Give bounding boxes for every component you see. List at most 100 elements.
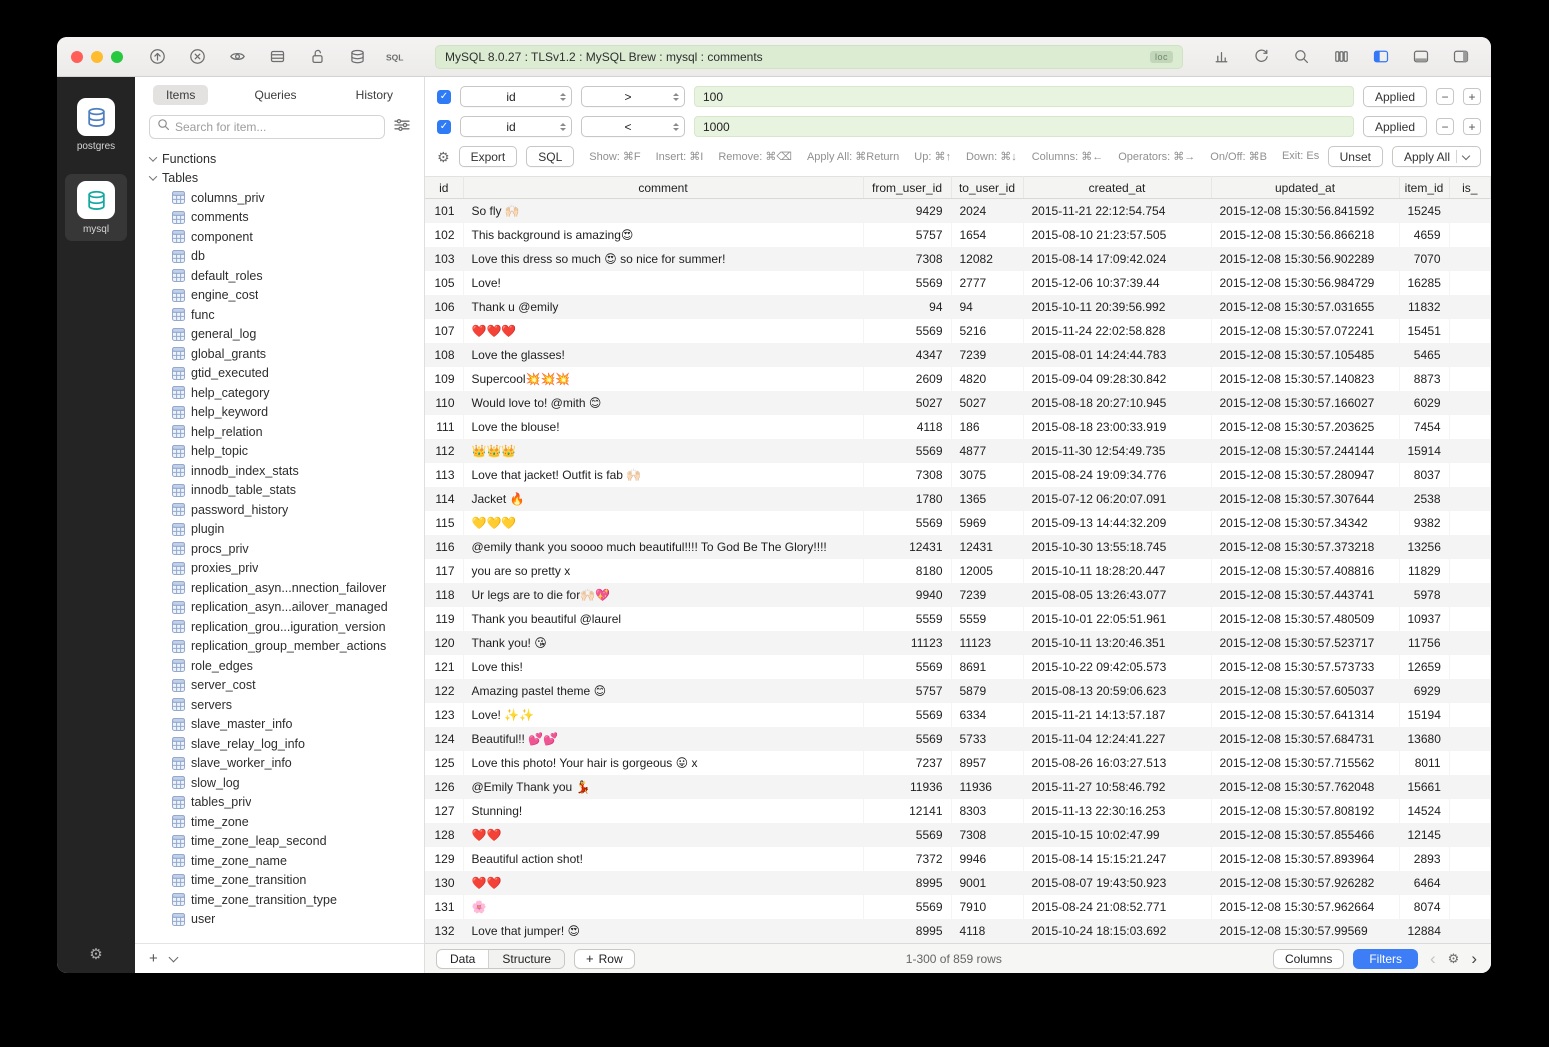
cell-to_user_id[interactable]: 5969 [951, 511, 1023, 535]
cell-created_at[interactable]: 2015-11-04 12:24:41.227 [1023, 727, 1211, 751]
cell-created_at[interactable]: 2015-10-30 13:55:18.745 [1023, 535, 1211, 559]
cell-updated_at[interactable]: 2015-12-08 15:30:57.99569 [1211, 919, 1399, 943]
cell-created_at[interactable]: 2015-09-13 14:44:32.209 [1023, 511, 1211, 535]
structure-view-button[interactable]: Structure [488, 950, 564, 968]
table-item-tables_priv[interactable]: tables_priv [150, 793, 424, 813]
cell-updated_at[interactable]: 2015-12-08 15:30:56.841592 [1211, 199, 1399, 223]
cell-from_user_id[interactable]: 5757 [863, 679, 951, 703]
filter-enabled-checkbox[interactable]: ✓ [437, 90, 451, 104]
cell-id[interactable]: 114 [425, 487, 463, 511]
cell-from_user_id[interactable]: 5559 [863, 607, 951, 631]
cell-created_at[interactable]: 2015-08-14 15:15:21.247 [1023, 847, 1211, 871]
cell-updated_at[interactable]: 2015-12-08 15:30:57.072241 [1211, 319, 1399, 343]
cell-is_[interactable] [1449, 583, 1491, 607]
cell-is_[interactable] [1449, 607, 1491, 631]
cell-id[interactable]: 131 [425, 895, 463, 919]
column-header-from_user_id[interactable]: from_user_id [863, 177, 951, 199]
table-item-help_topic[interactable]: help_topic [150, 442, 424, 462]
zoom-window-button[interactable] [111, 51, 123, 63]
cell-id[interactable]: 124 [425, 727, 463, 751]
table-item-replication_asyn...ailover_managed[interactable]: replication_asyn...ailover_managed [150, 598, 424, 618]
cell-created_at[interactable]: 2015-10-11 13:20:46.351 [1023, 631, 1211, 655]
cell-updated_at[interactable]: 2015-12-08 15:30:57.855466 [1211, 823, 1399, 847]
filter-settings-gear-icon[interactable]: ⚙ [437, 150, 450, 164]
search-icon[interactable] [1285, 44, 1317, 70]
cell-updated_at[interactable]: 2015-12-08 15:30:57.962664 [1211, 895, 1399, 919]
cell-from_user_id[interactable]: 5569 [863, 655, 951, 679]
table-item-comments[interactable]: comments [150, 208, 424, 228]
cell-to_user_id[interactable]: 5027 [951, 391, 1023, 415]
table-item-general_log[interactable]: general_log [150, 325, 424, 345]
cell-item_id[interactable]: 15245 [1399, 199, 1449, 223]
cell-id[interactable]: 116 [425, 535, 463, 559]
disconnect-icon[interactable] [181, 44, 213, 70]
add-filter-button[interactable]: + [1463, 88, 1481, 105]
cell-comment[interactable]: Supercool💥💥💥 [463, 367, 863, 391]
cell-item_id[interactable]: 7454 [1399, 415, 1449, 439]
cell-from_user_id[interactable]: 7237 [863, 751, 951, 775]
data-view-button[interactable]: Data [437, 950, 488, 968]
cell-comment[interactable]: 👑👑👑 [463, 439, 863, 463]
filters-button[interactable]: Filters [1353, 949, 1418, 969]
table-item-plugin[interactable]: plugin [150, 520, 424, 540]
cell-updated_at[interactable]: 2015-12-08 15:30:57.523717 [1211, 631, 1399, 655]
cell-created_at[interactable]: 2015-07-12 06:20:07.091 [1023, 487, 1211, 511]
table-item-slow_log[interactable]: slow_log [150, 773, 424, 793]
cell-from_user_id[interactable]: 12141 [863, 799, 951, 823]
table-item-replication_grou...iguration_version[interactable]: replication_grou...iguration_version [150, 617, 424, 637]
cell-to_user_id[interactable]: 4877 [951, 439, 1023, 463]
cell-from_user_id[interactable]: 5569 [863, 703, 951, 727]
cell-is_[interactable] [1449, 751, 1491, 775]
cell-is_[interactable] [1449, 439, 1491, 463]
cell-item_id[interactable]: 5465 [1399, 343, 1449, 367]
cell-comment[interactable]: So fly 🙌🏻 [463, 199, 863, 223]
close-window-button[interactable] [71, 51, 83, 63]
cell-comment[interactable]: ❤️❤️❤️ [463, 319, 863, 343]
cell-created_at[interactable]: 2015-11-27 10:58:46.792 [1023, 775, 1211, 799]
table-item-user[interactable]: user [150, 910, 424, 930]
cell-updated_at[interactable]: 2015-12-08 15:30:57.307644 [1211, 487, 1399, 511]
cell-id[interactable]: 102 [425, 223, 463, 247]
cell-created_at[interactable]: 2015-10-24 18:15:03.692 [1023, 919, 1211, 943]
cell-comment[interactable]: Thank u @emily [463, 295, 863, 319]
cell-is_[interactable] [1449, 247, 1491, 271]
cell-to_user_id[interactable]: 8303 [951, 799, 1023, 823]
unset-button[interactable]: Unset [1328, 146, 1383, 167]
cell-id[interactable]: 101 [425, 199, 463, 223]
cell-is_[interactable] [1449, 799, 1491, 823]
cell-item_id[interactable]: 7070 [1399, 247, 1449, 271]
cell-from_user_id[interactable]: 5569 [863, 895, 951, 919]
cell-to_user_id[interactable]: 7308 [951, 823, 1023, 847]
cell-to_user_id[interactable]: 4118 [951, 919, 1023, 943]
cell-updated_at[interactable]: 2015-12-08 15:30:57.605037 [1211, 679, 1399, 703]
eye-icon[interactable] [221, 44, 253, 70]
cell-from_user_id[interactable]: 8995 [863, 919, 951, 943]
cell-to_user_id[interactable]: 11123 [951, 631, 1023, 655]
cell-to_user_id[interactable]: 9001 [951, 871, 1023, 895]
cell-is_[interactable] [1449, 559, 1491, 583]
cell-from_user_id[interactable]: 5569 [863, 271, 951, 295]
cell-from_user_id[interactable]: 9429 [863, 199, 951, 223]
cell-updated_at[interactable]: 2015-12-08 15:30:57.641314 [1211, 703, 1399, 727]
cell-to_user_id[interactable]: 7239 [951, 583, 1023, 607]
cell-id[interactable]: 129 [425, 847, 463, 871]
tree-group-functions[interactable]: Functions [150, 149, 424, 169]
cell-item_id[interactable]: 8011 [1399, 751, 1449, 775]
cell-created_at[interactable]: 2015-10-15 10:02:47.99 [1023, 823, 1211, 847]
cell-item_id[interactable]: 6464 [1399, 871, 1449, 895]
cell-item_id[interactable]: 2538 [1399, 487, 1449, 511]
cell-created_at[interactable]: 2015-08-01 14:24:44.783 [1023, 343, 1211, 367]
cell-item_id[interactable]: 9382 [1399, 511, 1449, 535]
cell-id[interactable]: 128 [425, 823, 463, 847]
cell-comment[interactable]: Ur legs are to die for🙌🏻💖 [463, 583, 863, 607]
cell-comment[interactable]: Beautiful!! 💕💕 [463, 727, 863, 751]
cell-id[interactable]: 123 [425, 703, 463, 727]
cell-from_user_id[interactable]: 5569 [863, 823, 951, 847]
cell-created_at[interactable]: 2015-10-22 09:42:05.573 [1023, 655, 1211, 679]
cell-id[interactable]: 119 [425, 607, 463, 631]
cell-to_user_id[interactable]: 2777 [951, 271, 1023, 295]
cell-created_at[interactable]: 2015-10-01 22:05:51.961 [1023, 607, 1211, 631]
columns-button[interactable]: Columns [1273, 949, 1344, 969]
cell-created_at[interactable]: 2015-08-24 21:08:52.771 [1023, 895, 1211, 919]
cell-to_user_id[interactable]: 5216 [951, 319, 1023, 343]
